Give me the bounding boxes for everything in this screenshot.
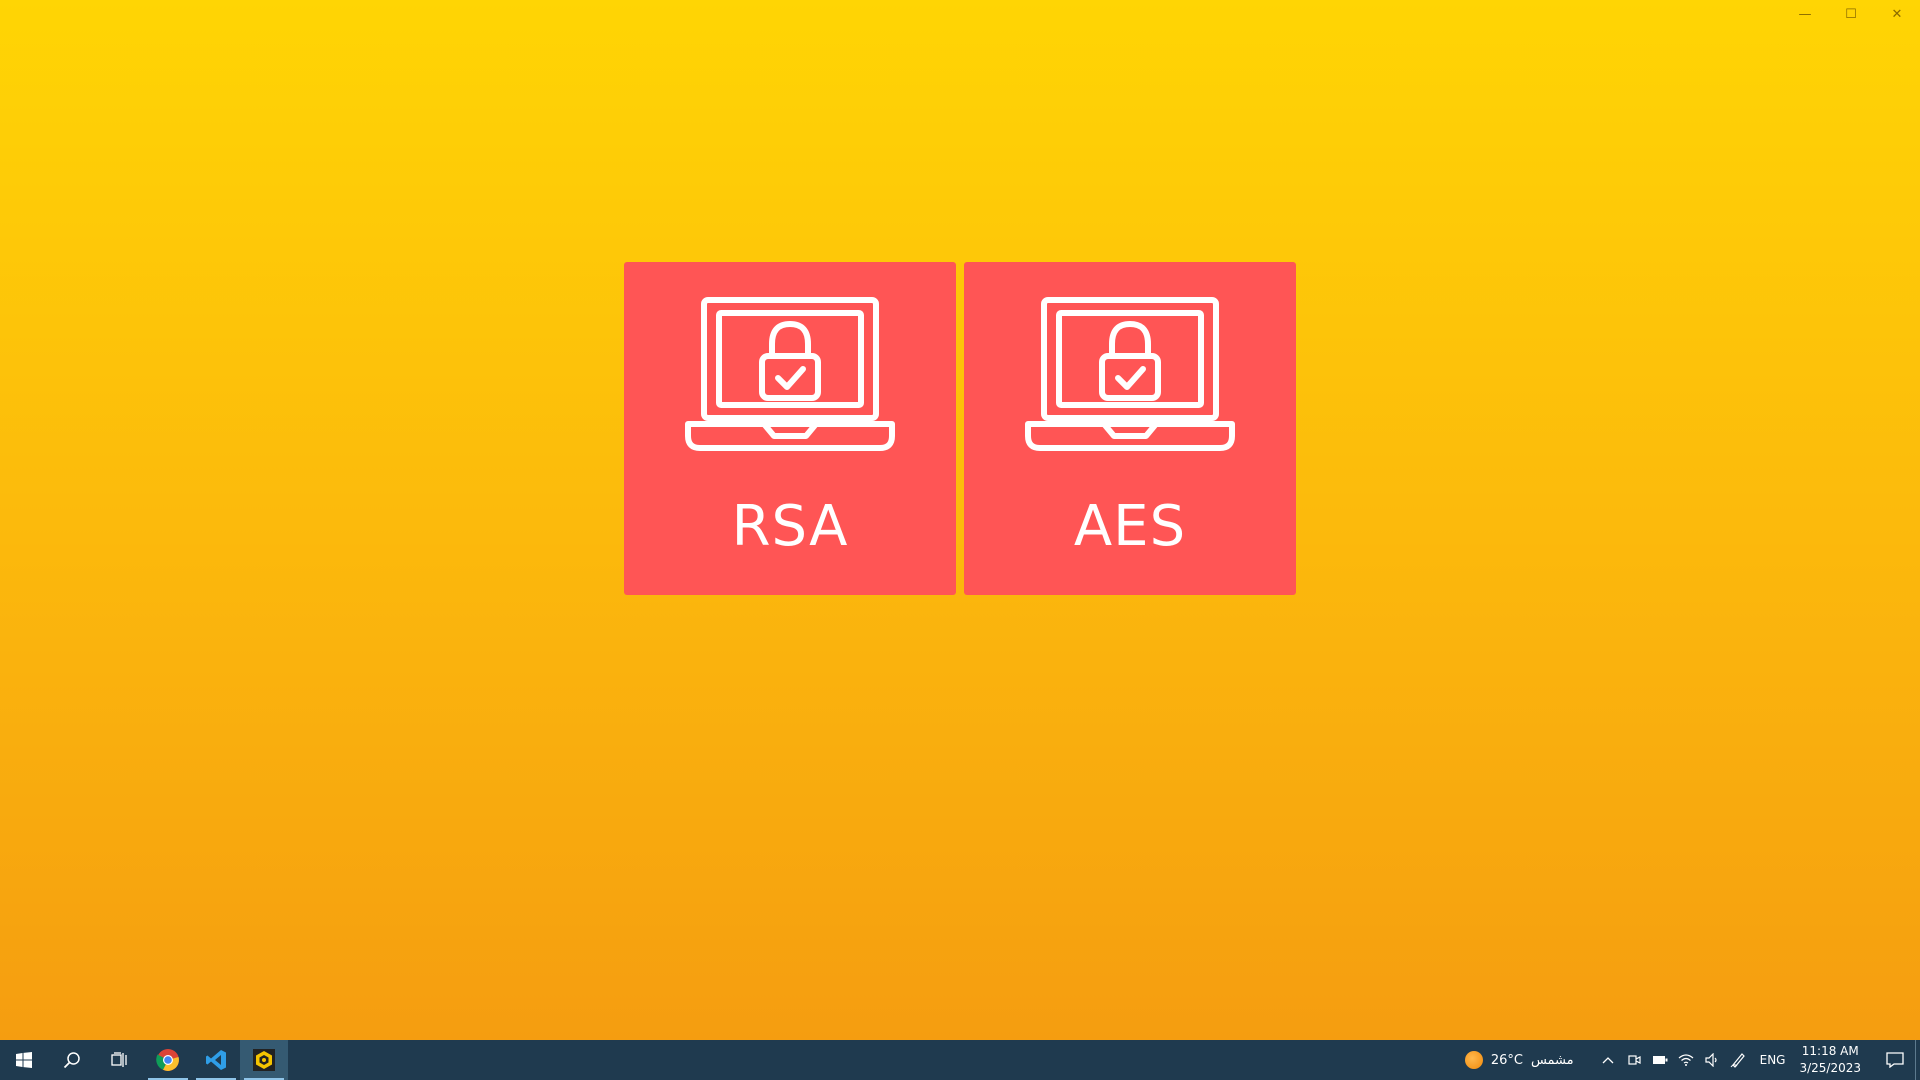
system-tray: 26°C مشمس ENG 11:18 AM 3/25/2023	[1464, 1040, 1920, 1080]
pen-icon[interactable]	[1730, 1052, 1746, 1068]
chrome-button[interactable]	[144, 1040, 192, 1080]
start-button[interactable]	[0, 1040, 48, 1080]
minimize-button[interactable]: —	[1782, 0, 1828, 28]
sun-icon	[1464, 1051, 1483, 1069]
current-app-button[interactable]	[240, 1040, 288, 1080]
tray-icons	[1600, 1052, 1746, 1068]
laptop-lock-icon	[1025, 297, 1235, 451]
chrome-icon	[156, 1049, 179, 1071]
clock-time: 11:18 AM	[1801, 1044, 1859, 1058]
notification-icon	[1886, 1052, 1904, 1068]
volume-icon[interactable]	[1704, 1052, 1720, 1068]
task-view-button[interactable]	[96, 1040, 144, 1080]
close-button[interactable]: ✕	[1874, 0, 1920, 28]
rsa-tile[interactable]: RSA	[624, 262, 956, 595]
algorithm-tiles: RSA AES	[624, 262, 1296, 595]
taskbar-apps	[0, 1040, 288, 1080]
window-controls: — ☐ ✕	[1782, 0, 1920, 28]
weather-temp: 26°C	[1490, 1052, 1523, 1068]
weather-widget[interactable]: 26°C مشمس	[1464, 1051, 1574, 1069]
app-window: — ☐ ✕ RSA AES	[0, 0, 1920, 1040]
maximize-button[interactable]: ☐	[1828, 0, 1874, 28]
chevron-up-icon[interactable]	[1600, 1052, 1616, 1068]
app-hex-icon	[253, 1049, 275, 1071]
rsa-label: RSA	[731, 494, 849, 559]
show-desktop-button[interactable]	[1915, 1040, 1920, 1080]
task-view-icon	[111, 1052, 127, 1067]
notification-button[interactable]	[1875, 1040, 1915, 1080]
aes-tile[interactable]: AES	[964, 262, 1296, 595]
taskbar: 26°C مشمس ENG 11:18 AM 3/25/2023	[0, 1040, 1920, 1080]
search-icon	[63, 1052, 80, 1069]
windows-start-icon	[16, 1052, 32, 1068]
battery-icon[interactable]	[1652, 1052, 1668, 1068]
clock[interactable]: 11:18 AM 3/25/2023	[1799, 1043, 1861, 1077]
vscode-button[interactable]	[192, 1040, 240, 1080]
search-button[interactable]	[48, 1040, 96, 1080]
wifi-icon[interactable]	[1678, 1052, 1694, 1068]
weather-condition: مشمس	[1530, 1052, 1574, 1068]
aes-label: AES	[1073, 494, 1187, 559]
laptop-lock-icon	[685, 297, 895, 451]
vscode-icon	[206, 1050, 226, 1070]
meet-icon[interactable]	[1626, 1052, 1642, 1068]
language-indicator[interactable]: ENG	[1760, 1053, 1786, 1067]
clock-date: 3/25/2023	[1799, 1061, 1861, 1075]
